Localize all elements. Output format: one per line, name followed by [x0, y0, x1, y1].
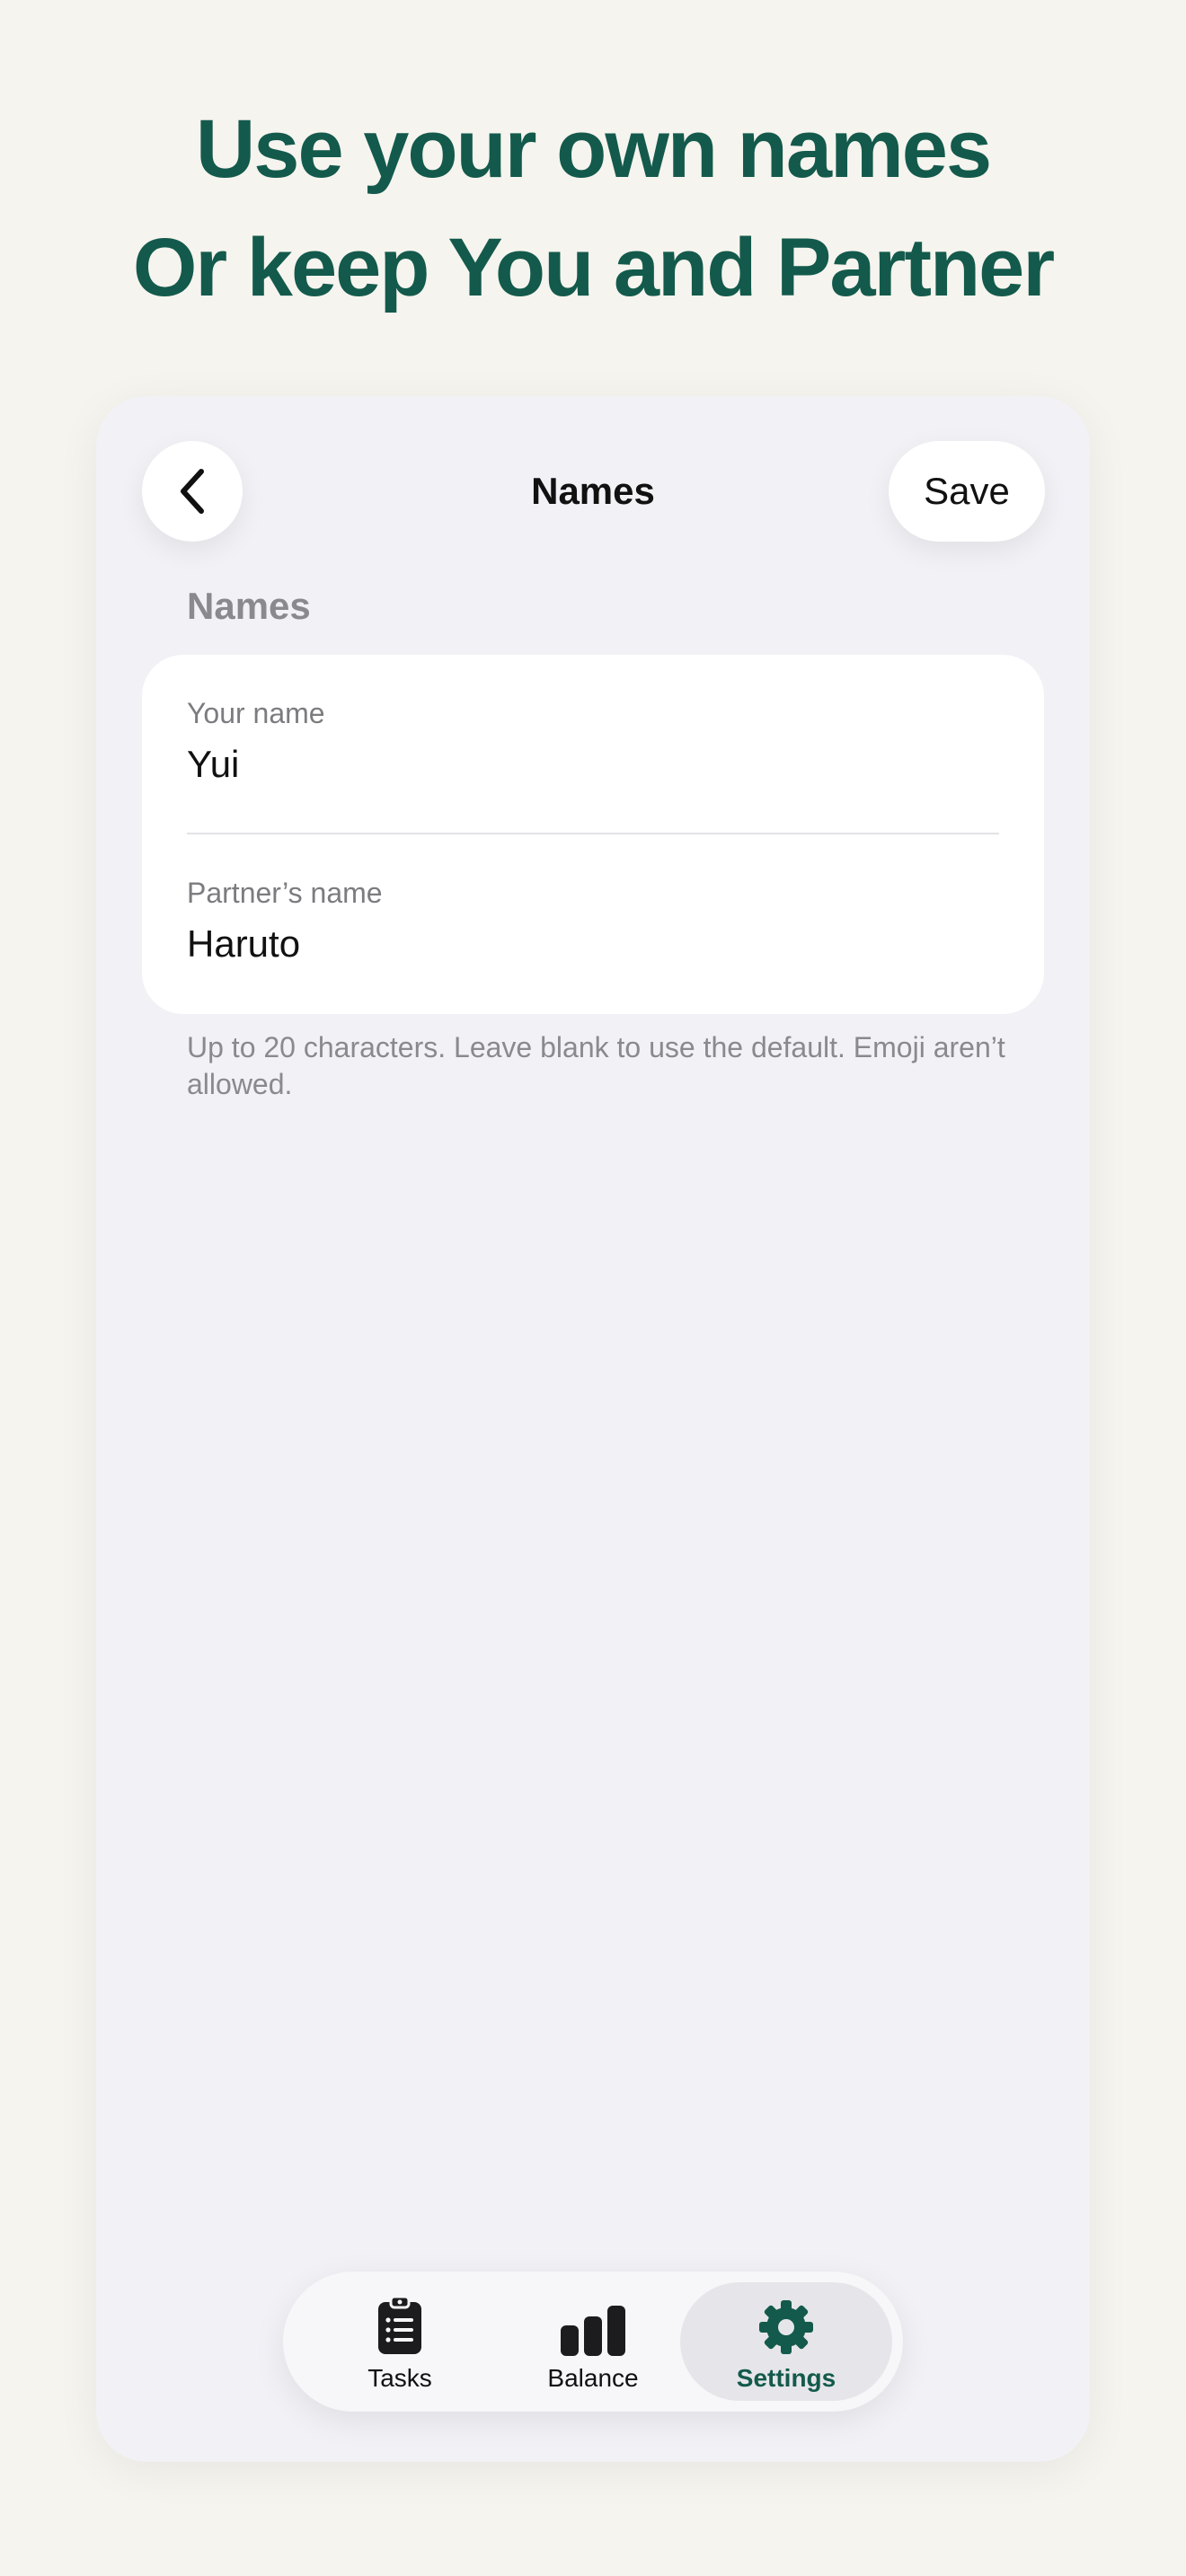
phone-screen: Names Save Names Your name Yui Partner’s… [96, 396, 1090, 2462]
headline: Use your own names Or keep You and Partn… [0, 90, 1186, 327]
headline-line-1: Use your own names [195, 103, 992, 195]
tab-bar: Tasks Balance Settings [283, 2272, 903, 2412]
section-header: Names [187, 585, 311, 627]
partner-name-input[interactable]: Haruto [187, 921, 999, 967]
field-divider [187, 833, 999, 834]
gear-icon [759, 2300, 813, 2354]
tab-tasks[interactable]: Tasks [294, 2282, 506, 2401]
save-button[interactable]: Save [889, 441, 1045, 542]
tab-balance[interactable]: Balance [487, 2282, 699, 2401]
hint-text: Up to 20 characters. Leave blank to use … [187, 1031, 1005, 1100]
partner-name-field[interactable]: Partner’s name Haruto [187, 876, 999, 967]
your-name-label: Your name [187, 697, 325, 729]
headline-line-2: Or keep You and Partner [132, 222, 1055, 313]
tab-balance-label: Balance [547, 2364, 639, 2392]
bar-chart-icon [561, 2306, 625, 2356]
tab-tasks-label: Tasks [367, 2364, 432, 2392]
your-name-field[interactable]: Your name Yui [187, 696, 999, 788]
partner-name-label: Partner’s name [187, 877, 383, 909]
your-name-input[interactable]: Yui [187, 741, 999, 788]
tab-settings[interactable]: Settings [680, 2282, 892, 2401]
clipboard-list-icon [378, 2295, 421, 2354]
names-card: Your name Yui Partner’s name Haruto [142, 655, 1044, 1014]
tab-settings-label: Settings [736, 2364, 836, 2392]
